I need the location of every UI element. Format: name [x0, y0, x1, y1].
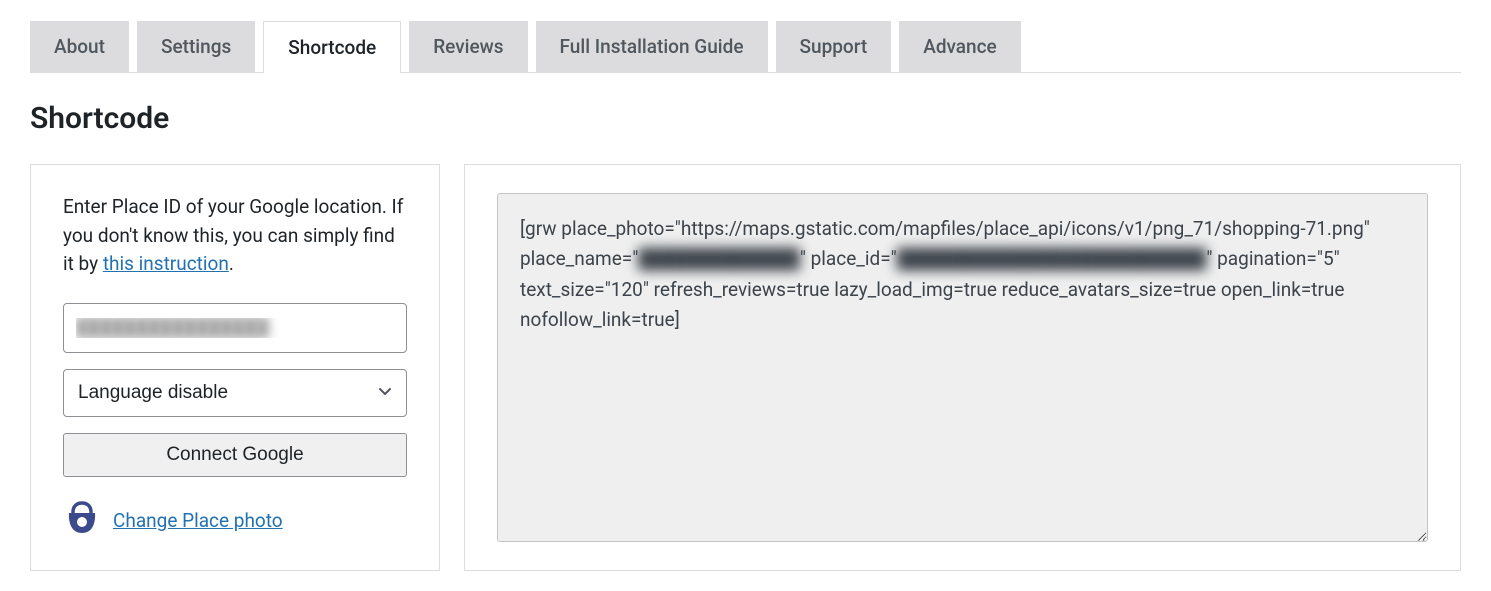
- resize-handle-icon[interactable]: [1411, 525, 1425, 539]
- page-title: Shortcode: [30, 101, 1461, 136]
- right-panel: [grw place_photo="https://maps.gstatic.c…: [464, 164, 1461, 571]
- change-photo-label: Change Place photo: [113, 509, 283, 532]
- tab-shortcode[interactable]: Shortcode: [263, 21, 401, 73]
- panels-container: Enter Place ID of your Google location. …: [30, 164, 1461, 571]
- connect-google-button[interactable]: Connect Google: [63, 433, 407, 477]
- tab-reviews[interactable]: Reviews: [409, 21, 527, 73]
- tab-advance[interactable]: Advance: [899, 21, 1021, 73]
- instruction-text: Enter Place ID of your Google location. …: [63, 193, 407, 279]
- tab-settings[interactable]: Settings: [137, 21, 255, 73]
- shortcode-place-id-redacted: ███████████████████████: [897, 247, 1207, 270]
- language-select[interactable]: Language disable: [63, 369, 407, 417]
- shortcode-place-name-redacted: ████████████: [638, 247, 800, 270]
- change-place-photo-link[interactable]: Change Place photo: [63, 499, 407, 542]
- shopping-bag-icon: [63, 499, 101, 542]
- instruction-link[interactable]: this instruction: [103, 252, 229, 275]
- tabs-bar: About Settings Shortcode Reviews Full In…: [30, 20, 1461, 73]
- place-id-input[interactable]: [63, 303, 407, 353]
- shortcode-seg2: " place_id=": [800, 247, 897, 270]
- left-panel: Enter Place ID of your Google location. …: [30, 164, 440, 571]
- tab-support[interactable]: Support: [776, 21, 892, 73]
- tab-full-installation-guide[interactable]: Full Installation Guide: [536, 21, 768, 73]
- tab-about[interactable]: About: [30, 21, 129, 73]
- language-select-wrapper: Language disable: [63, 369, 407, 417]
- shortcode-textarea[interactable]: [grw place_photo="https://maps.gstatic.c…: [497, 193, 1428, 542]
- instruction-post: .: [229, 252, 234, 275]
